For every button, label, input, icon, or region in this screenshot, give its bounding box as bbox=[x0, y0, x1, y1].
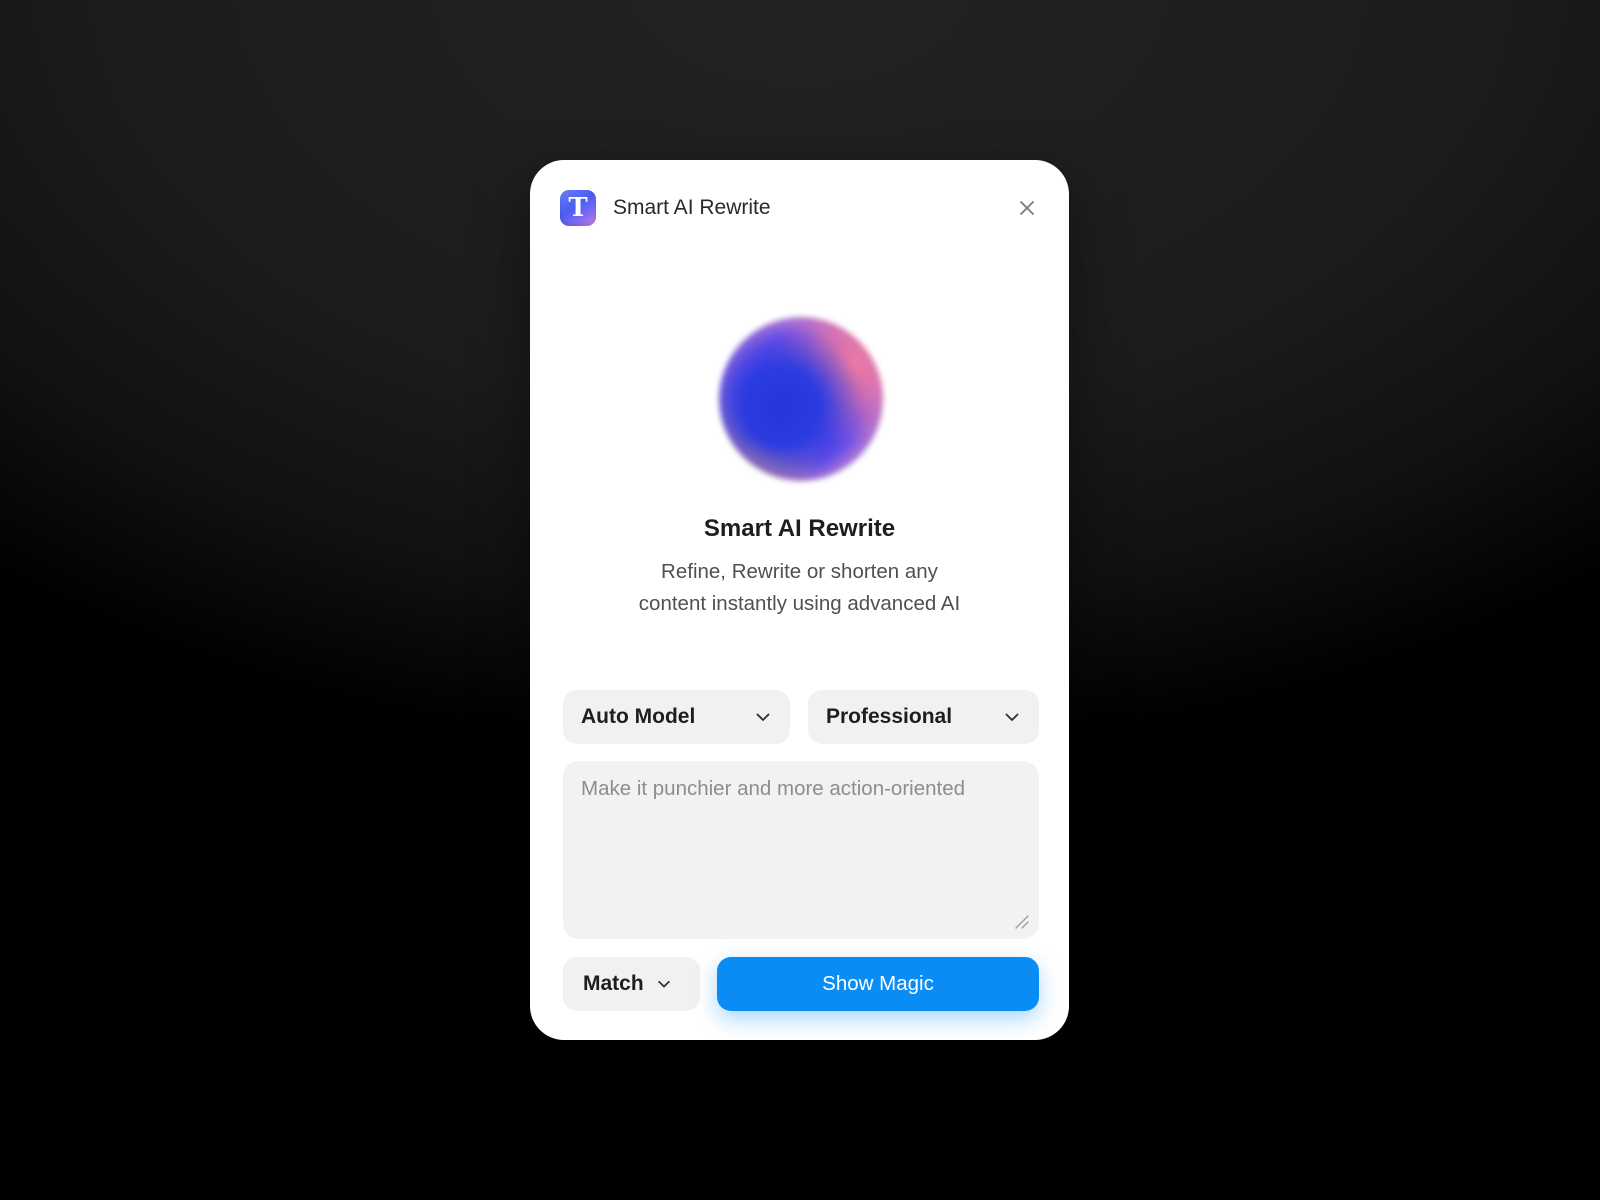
ai-orb-graphic bbox=[719, 317, 883, 481]
model-select[interactable]: Auto Model bbox=[563, 690, 790, 744]
app-logo-icon: T bbox=[560, 190, 596, 226]
show-magic-button[interactable]: Show Magic bbox=[717, 957, 1039, 1011]
tone-select-value: Professional bbox=[826, 705, 953, 728]
dialog-title: Smart AI Rewrite bbox=[613, 196, 771, 219]
chevron-down-icon bbox=[754, 708, 772, 726]
hero-title: Smart AI Rewrite bbox=[703, 515, 896, 542]
length-select-value: Match bbox=[583, 972, 644, 995]
chevron-down-icon bbox=[656, 976, 672, 992]
rewrite-instruction-input[interactable] bbox=[563, 761, 1039, 939]
rewrite-dialog: T Smart AI Rewrite Smart AI Rewrite Refi… bbox=[530, 160, 1069, 1040]
close-button[interactable] bbox=[1013, 194, 1041, 222]
chevron-down-icon bbox=[1003, 708, 1021, 726]
tone-select[interactable]: Professional bbox=[808, 690, 1039, 744]
close-icon bbox=[1020, 201, 1034, 215]
length-select[interactable]: Match bbox=[563, 957, 700, 1011]
dialog-titlebar: T Smart AI Rewrite bbox=[560, 188, 1041, 228]
hero-subtitle-line2: content instantly using advanced AI bbox=[638, 592, 961, 615]
hero-subtitle-line1: Refine, Rewrite or shorten any bbox=[661, 560, 938, 583]
model-select-value: Auto Model bbox=[581, 705, 696, 728]
app-logo-letter: T bbox=[568, 193, 588, 223]
hero-subtitle: Refine, Rewrite or shorten any content i… bbox=[590, 556, 1009, 620]
